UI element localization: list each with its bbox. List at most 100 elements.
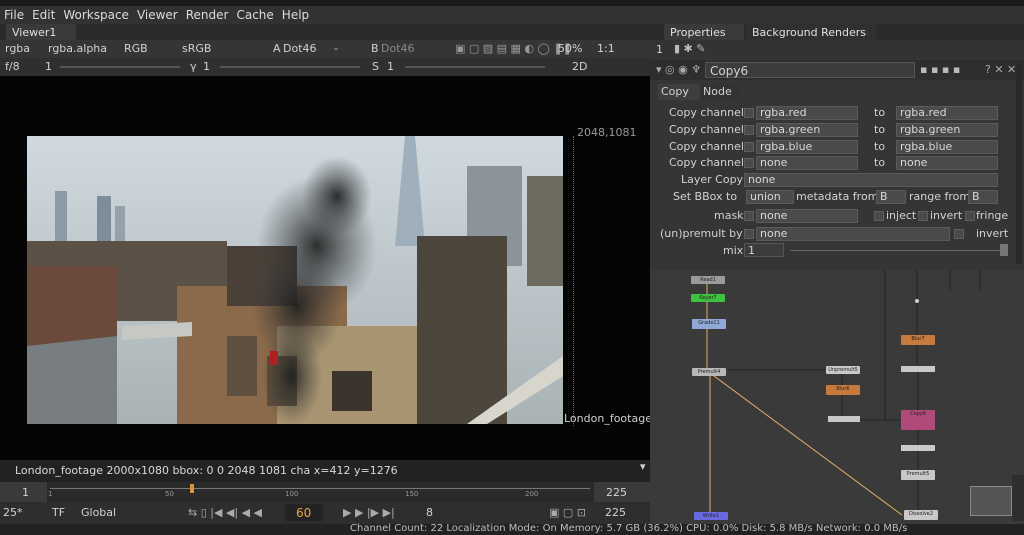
node-read[interactable]: Read1 (London_foot...mp4)	[691, 276, 725, 284]
tab-properties[interactable]: Properties ×	[664, 24, 744, 52]
menu-help[interactable]: Help	[282, 8, 309, 22]
node-grade[interactable]: Grade11	[692, 319, 726, 329]
node-blur7[interactable]: Blur7	[901, 335, 935, 345]
display-channel-dropdown[interactable]: RGB	[124, 42, 148, 55]
proxy-dropdown[interactable]: 1:1	[597, 42, 615, 55]
copy-row-checkbox[interactable]	[744, 108, 754, 118]
viewer-tool-icons[interactable]: ▣ ▢ ▨ ▤ ▦ ◐ ◯ ❚❚	[455, 42, 572, 55]
copy-to-dropdown[interactable]: rgba.green	[896, 123, 998, 137]
menu-file[interactable]: File	[4, 8, 24, 22]
node-unlabeled-c[interactable]	[901, 445, 935, 451]
menu-cache[interactable]: Cache	[236, 8, 273, 22]
node-keyer[interactable]: Keyer7 (luminance key)	[691, 294, 725, 302]
menu-viewer[interactable]: Viewer	[137, 8, 178, 22]
node-copy6[interactable]: Copy6	[901, 410, 935, 430]
gamma-value[interactable]: 1	[203, 60, 210, 73]
mask-dropdown[interactable]: none	[756, 209, 858, 223]
node-help-close[interactable]: ? ✕ ✕	[985, 63, 1016, 76]
unpremult-checkbox[interactable]	[744, 229, 754, 239]
node-dissolve[interactable]: Dissolve2	[904, 510, 938, 520]
input-a-label: A	[273, 42, 281, 55]
timeline-start-box[interactable]: 1	[0, 482, 47, 502]
transport-back-icons[interactable]: ⇆ ▯ |◀ ◀| ◀ ◀	[188, 506, 262, 519]
copy-row-checkbox[interactable]	[744, 158, 754, 168]
node-graph[interactable]: Read1 (London_foot...mp4) Keyer7 (lumina…	[650, 270, 1024, 524]
tab-background-renders[interactable]: Background Renders ×	[746, 24, 876, 52]
copy-to-dropdown[interactable]: none	[896, 156, 998, 170]
copy-from-dropdown[interactable]: rgba.green	[756, 123, 858, 137]
node-unpremult[interactable]: Unpremult5	[826, 366, 860, 374]
node-color-buttons[interactable]: ▪ ▪ ▪ ▪	[920, 63, 960, 76]
subtab-node[interactable]: Node	[700, 84, 740, 100]
copy-row-checkbox[interactable]	[744, 125, 754, 135]
frame-step-value[interactable]: 8	[426, 506, 433, 519]
out-frame[interactable]: 225	[605, 506, 626, 519]
fstop-value[interactable]: 1	[45, 60, 52, 73]
metadata-dropdown[interactable]: B	[876, 190, 906, 204]
fstop-label: f/8	[5, 60, 20, 73]
saturation-value[interactable]: 1	[387, 60, 394, 73]
copy-from-dropdown[interactable]: rgba.blue	[756, 140, 858, 154]
copy-row-checkbox[interactable]	[744, 142, 754, 152]
timeline-end-box[interactable]: 225	[594, 482, 650, 502]
mix-field[interactable]: 1	[744, 243, 784, 257]
inject-checkbox[interactable]	[874, 211, 884, 221]
properties-tool-icons[interactable]: ▮ ✱ ✎	[674, 42, 705, 55]
menu-edit[interactable]: Edit	[32, 8, 55, 22]
mask-checkbox[interactable]	[744, 211, 754, 221]
unpremult-dropdown[interactable]: none	[756, 227, 950, 241]
menu-workspace[interactable]: Workspace	[63, 8, 129, 22]
fstop-slider[interactable]	[60, 66, 180, 68]
timeline-ruler[interactable]: 1 1 50 100 150 200 225	[0, 482, 650, 502]
node-premult5[interactable]: Premult5	[901, 470, 935, 480]
node-premult4[interactable]: Premult4	[692, 368, 726, 376]
current-frame-field[interactable]: 60	[285, 504, 323, 521]
max-panels-value[interactable]: 1	[656, 43, 663, 56]
copy-to-dropdown[interactable]: rgba.red	[896, 106, 998, 120]
fps-dropdown[interactable]: 25*	[3, 506, 23, 519]
subtab-copy[interactable]: Copy	[658, 84, 700, 100]
node-header-icons[interactable]: ▾ ◎ ◉ ♆	[656, 63, 701, 76]
input-b-dropdown[interactable]: Dot46	[381, 42, 415, 55]
mix-slider[interactable]	[790, 250, 1002, 251]
loop-icons[interactable]: ▣ ▢ ⊡	[549, 506, 586, 519]
tab-viewer1[interactable]: Viewer1 ×	[6, 24, 76, 52]
invert-checkbox[interactable]	[918, 211, 928, 221]
copy-to-dropdown[interactable]: rgba.blue	[896, 140, 998, 154]
input-a-dropdown[interactable]: Dot46	[283, 42, 317, 55]
scope-dropdown[interactable]: Global	[81, 506, 116, 519]
saturation-slider[interactable]	[405, 66, 545, 68]
city-footage-picture	[27, 136, 563, 424]
bbox-dropdown[interactable]: union	[746, 190, 794, 204]
node-name-field[interactable]: Copy6	[705, 62, 915, 78]
graph-side-icons[interactable]	[1012, 475, 1024, 521]
playhead-marker[interactable]	[190, 484, 194, 493]
properties-scrollbar[interactable]	[1016, 64, 1022, 264]
wipe-dropdown[interactable]: -	[334, 42, 338, 55]
menu-render[interactable]: Render	[186, 8, 229, 22]
unpremult-invert-checkbox[interactable]	[954, 229, 964, 239]
transport-forward-icons[interactable]: ▶ ▶ |▶ ▶|	[343, 506, 395, 519]
node-blur6[interactable]: Blur6	[826, 385, 860, 395]
playback-controls: 25* TF Global ⇆ ▯ |◀ ◀| ◀ ◀ 60 ▶ ▶ |▶ ▶|…	[0, 502, 650, 524]
mix-slider-handle[interactable]	[1000, 244, 1008, 256]
copy-to-label: to	[874, 156, 886, 169]
copy-from-dropdown[interactable]: rgba.red	[756, 106, 858, 120]
range-dropdown[interactable]: B	[968, 190, 998, 204]
channels-dropdown[interactable]: rgba	[5, 42, 30, 55]
alpha-dropdown[interactable]: rgba.alpha	[48, 42, 107, 55]
info-dropdown-icon[interactable]: ▾	[640, 460, 646, 473]
copy-from-dropdown[interactable]: none	[756, 156, 858, 170]
tab-viewer1-label: Viewer1	[12, 26, 57, 39]
node-unlabeled-a[interactable]	[828, 416, 860, 422]
lut-dropdown[interactable]: sRGB	[182, 42, 211, 55]
node-unlabeled-b[interactable]	[901, 366, 935, 372]
view-mode-dropdown[interactable]: 2D	[572, 60, 587, 73]
node-graph-navigator[interactable]	[970, 486, 1012, 516]
tf-dropdown[interactable]: TF	[52, 506, 65, 519]
node-write[interactable]: Write1	[694, 512, 728, 520]
gamma-slider[interactable]	[220, 66, 360, 68]
layer-copy-dropdown[interactable]: none	[744, 173, 998, 187]
fringe-checkbox[interactable]	[965, 211, 975, 221]
zoom-dropdown[interactable]: 50%	[558, 42, 582, 55]
